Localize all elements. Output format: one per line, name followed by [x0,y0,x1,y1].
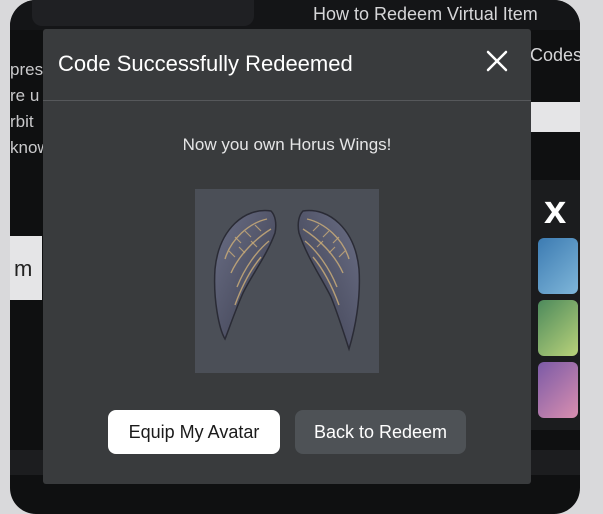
game-tile [538,238,578,294]
game-tile [538,300,578,356]
background-text-line: re u [10,86,40,105]
horus-wings-image [195,189,379,373]
redeem-success-dialog: Code Successfully Redeemed Now you own H… [43,29,531,484]
background-text-line: rbit [10,112,34,131]
search-bar[interactable] [32,0,254,26]
codes-link[interactable]: Codes [530,45,580,66]
dialog-title: Code Successfully Redeemed [58,51,353,76]
dialog-header: Code Successfully Redeemed [43,29,531,101]
back-to-redeem-button[interactable]: Back to Redeem [295,410,466,454]
how-to-redeem-link[interactable]: How to Redeem Virtual Item [313,4,538,25]
background-input-right [530,102,580,132]
game-tile [538,362,578,418]
code-input-field[interactable]: m [10,236,42,300]
background-text-line: pres [10,60,44,79]
redeem-message: Now you own Horus Wings! [182,135,392,154]
promo-logo-text: x [544,188,567,232]
close-icon[interactable] [483,47,511,75]
equip-my-avatar-button[interactable]: Equip My Avatar [108,410,280,454]
